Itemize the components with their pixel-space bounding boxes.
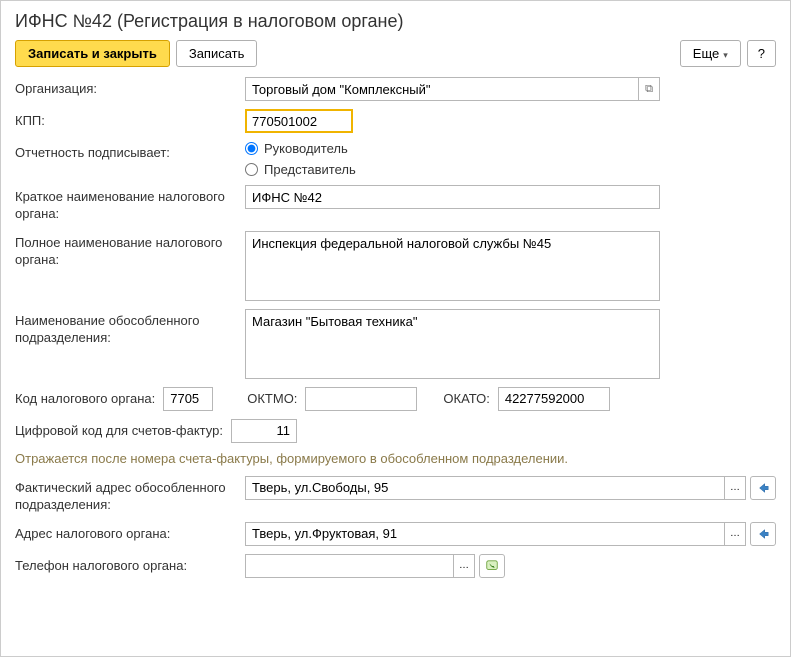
digital-code-hint: Отражается после номера счета-фактуры, ф… bbox=[15, 451, 776, 466]
full-name-textarea[interactable]: Инспекция федеральной налоговой службы №… bbox=[245, 231, 660, 301]
radio-leader[interactable]: Руководитель bbox=[245, 141, 356, 156]
kpp-input[interactable] bbox=[245, 109, 353, 133]
arrow-left-icon bbox=[756, 481, 770, 495]
radio-representative[interactable]: Представитель bbox=[245, 162, 356, 177]
short-name-label: Краткое наименование налогового органа: bbox=[15, 185, 245, 223]
oktmo-input[interactable] bbox=[305, 387, 417, 411]
oktmo-label: ОКТМО: bbox=[247, 391, 297, 406]
phone-icon bbox=[485, 559, 499, 573]
tax-code-input[interactable] bbox=[163, 387, 213, 411]
ellipsis-icon: … bbox=[730, 528, 740, 539]
more-button[interactable]: Еще bbox=[680, 40, 741, 67]
tax-address-arrow-button[interactable] bbox=[750, 522, 776, 546]
okato-label: ОКАТО: bbox=[443, 391, 489, 406]
tax-address-ellipsis-button[interactable]: … bbox=[724, 522, 746, 546]
organization-input[interactable] bbox=[245, 77, 638, 101]
arrow-left-icon bbox=[756, 527, 770, 541]
short-name-input[interactable] bbox=[245, 185, 660, 209]
ellipsis-icon: … bbox=[730, 482, 740, 493]
tax-address-input[interactable] bbox=[245, 522, 724, 546]
open-icon: ⧉ bbox=[645, 83, 653, 96]
actual-address-input[interactable] bbox=[245, 476, 724, 500]
organization-open-button[interactable]: ⧉ bbox=[638, 77, 660, 101]
page-title: ИФНС №42 (Регистрация в налоговом органе… bbox=[1, 1, 790, 40]
actual-address-arrow-button[interactable] bbox=[750, 476, 776, 500]
signer-label: Отчетность подписывает: bbox=[15, 141, 245, 162]
full-name-label: Полное наименование налогового органа: bbox=[15, 231, 245, 269]
tax-address-label: Адрес налогового органа: bbox=[15, 522, 245, 543]
save-close-button[interactable]: Записать и закрыть bbox=[15, 40, 170, 67]
radio-leader-label: Руководитель bbox=[264, 141, 348, 156]
digital-code-input[interactable] bbox=[231, 419, 297, 443]
form-window: ИФНС №42 (Регистрация в налоговом органе… bbox=[0, 0, 791, 657]
ellipsis-icon: … bbox=[459, 560, 469, 571]
phone-label: Телефон налогового органа: bbox=[15, 554, 245, 575]
actual-address-ellipsis-button[interactable]: … bbox=[724, 476, 746, 500]
digital-code-label: Цифровой код для счетов-фактур: bbox=[15, 423, 223, 438]
form-body: Организация: ⧉ КПП: Отчетность подписыва… bbox=[1, 77, 790, 578]
radio-representative-label: Представитель bbox=[264, 162, 356, 177]
unit-name-label: Наименование обособленного подразделения… bbox=[15, 309, 245, 347]
signer-radio-group: Руководитель Представитель bbox=[245, 141, 356, 177]
help-button[interactable]: ? bbox=[747, 40, 776, 67]
kpp-label: КПП: bbox=[15, 109, 245, 130]
phone-call-button[interactable] bbox=[479, 554, 505, 578]
okato-input[interactable] bbox=[498, 387, 610, 411]
toolbar: Записать и закрыть Записать Еще ? bbox=[1, 40, 790, 77]
tax-code-label: Код налогового органа: bbox=[15, 391, 155, 406]
organization-label: Организация: bbox=[15, 77, 245, 98]
phone-input[interactable] bbox=[245, 554, 453, 578]
unit-name-textarea[interactable]: Магазин "Бытовая техника" bbox=[245, 309, 660, 379]
save-button[interactable]: Записать bbox=[176, 40, 258, 67]
radio-leader-input[interactable] bbox=[245, 142, 258, 155]
actual-address-label: Фактический адрес обособленного подразде… bbox=[15, 476, 245, 514]
phone-ellipsis-button[interactable]: … bbox=[453, 554, 475, 578]
radio-representative-input[interactable] bbox=[245, 163, 258, 176]
